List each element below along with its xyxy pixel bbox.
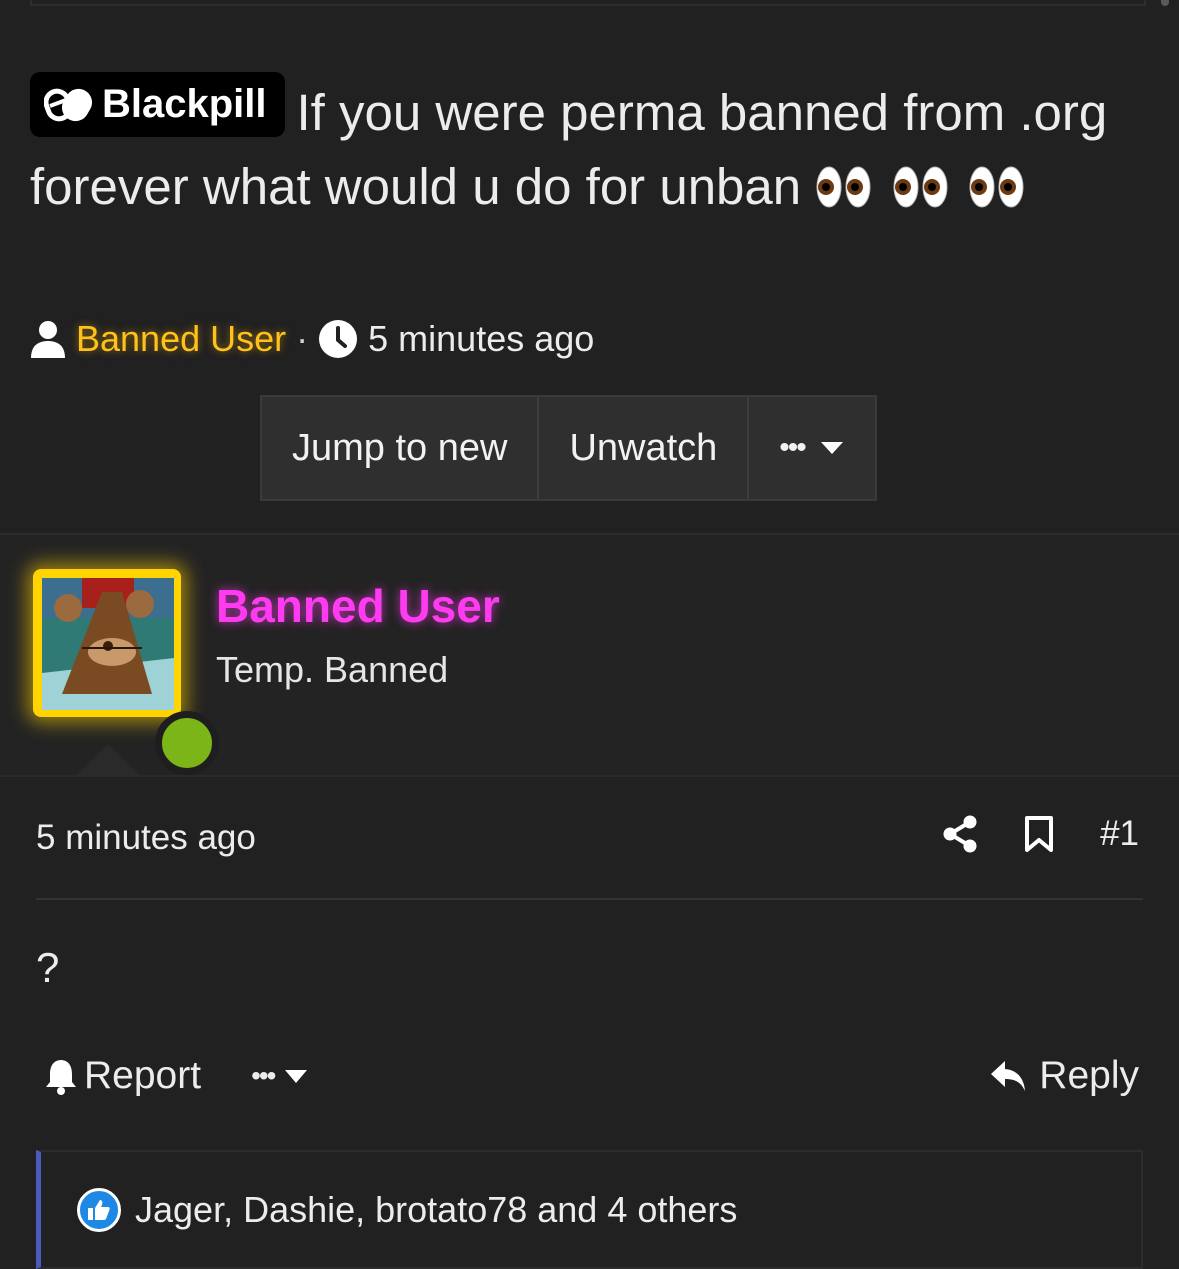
unwatch-button[interactable]: Unwatch — [539, 397, 750, 499]
prefix-badge[interactable]: Blackpill — [30, 72, 285, 137]
reactions-bar[interactable]: Jager, Dashie, brotato78 and 4 others — [36, 1150, 1143, 1269]
like-reaction-icon — [77, 1187, 121, 1232]
avatar[interactable] — [33, 569, 219, 775]
post-body: ? — [36, 944, 60, 991]
meta-separator: · — [296, 318, 309, 359]
thread-author-link[interactable]: Banned User — [76, 318, 286, 360]
post-more-button[interactable]: ••• — [251, 1060, 308, 1092]
reactions-list: Jager, Dashie, brotato78 and 4 others — [135, 1188, 738, 1230]
bookmark-icon[interactable] — [1024, 815, 1054, 853]
thread-button-group: Jump to new Unwatch ••• — [260, 395, 877, 501]
caret-down-icon — [285, 1069, 308, 1083]
user-name-link[interactable]: Banned User — [216, 579, 500, 633]
scrollbar[interactable] — [1161, 0, 1169, 6]
ellipsis-icon: ••• — [251, 1060, 276, 1091]
reply-label: Reply — [1039, 1054, 1139, 1097]
thread-more-button[interactable]: ••• — [749, 397, 875, 499]
bell-icon — [46, 1060, 76, 1095]
eyes-emoji — [893, 166, 947, 208]
user-icon — [31, 321, 65, 358]
post-time[interactable]: 5 minutes ago — [36, 818, 256, 858]
prefix-label: Blackpill — [102, 82, 267, 126]
reply-icon — [991, 1061, 1026, 1091]
user-block: Banned User Temp. Banned — [0, 535, 1179, 776]
user-title: Temp. Banned — [216, 649, 449, 690]
thread-title: Blackpill If you were perma banned from … — [30, 72, 1145, 224]
eyes-emoji-group — [815, 158, 1029, 215]
report-button[interactable]: Report — [44, 1054, 201, 1098]
avatar-image — [42, 578, 174, 710]
ellipsis-icon: ••• — [779, 431, 806, 464]
jump-to-new-button[interactable]: Jump to new — [262, 397, 540, 499]
thread-meta: Banned User · 5 minutes ago — [30, 316, 594, 362]
thread-time[interactable]: 5 minutes ago — [368, 318, 594, 360]
clock-icon — [319, 320, 358, 358]
post-actions: #1 — [942, 814, 1139, 854]
online-status-indicator — [155, 711, 219, 775]
eyes-emoji — [969, 166, 1024, 208]
post-header-divider — [36, 898, 1143, 900]
top-frame — [30, 0, 1146, 6]
reply-button[interactable]: Reply — [989, 1054, 1139, 1098]
share-icon[interactable] — [942, 815, 978, 853]
message-pointer — [75, 744, 141, 777]
user-block-divider — [0, 775, 1179, 777]
eyes-emoji — [816, 166, 871, 208]
post-number-link[interactable]: #1 — [1100, 814, 1139, 854]
pill-icon — [44, 88, 92, 122]
caret-down-icon — [820, 442, 843, 454]
report-label: Report — [84, 1054, 202, 1097]
post-footer-left: Report ••• — [44, 1054, 308, 1098]
